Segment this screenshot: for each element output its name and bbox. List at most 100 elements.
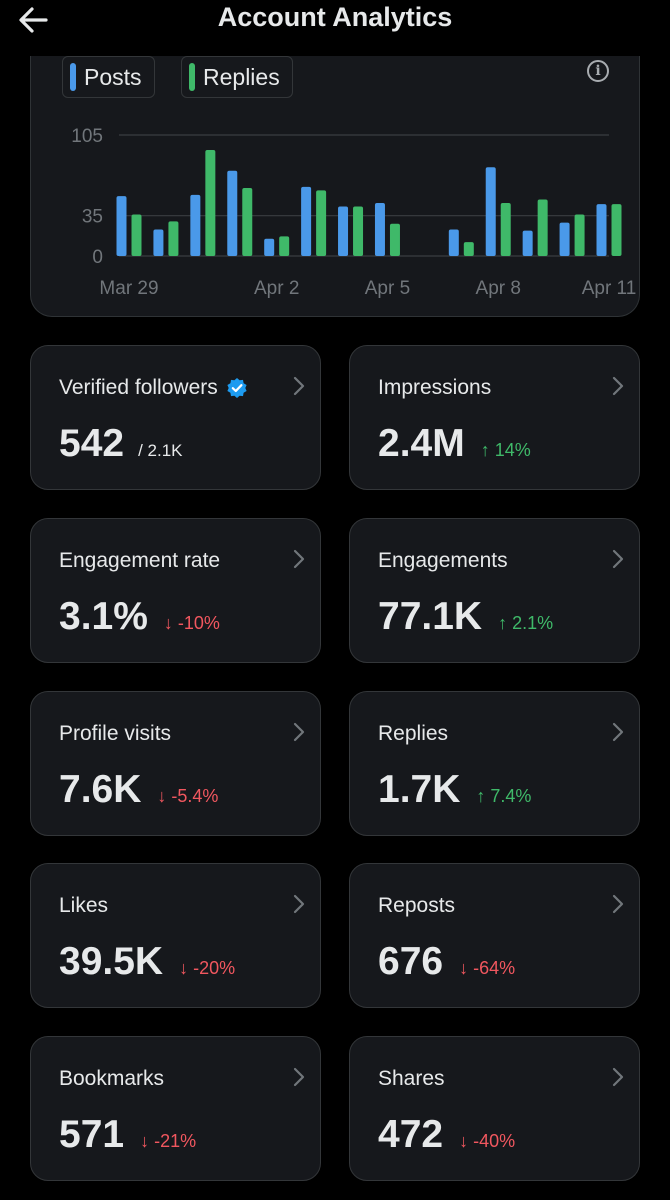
metric-label: Likes (59, 894, 108, 918)
x-tick-label: Mar 29 (99, 278, 158, 299)
bar-replies[interactable] (389, 223, 400, 256)
bar-posts[interactable] (153, 229, 164, 256)
bar-posts[interactable] (596, 204, 607, 256)
bar-replies[interactable] (242, 188, 253, 256)
metric-card-engagements[interactable]: Engagements 77.1K ↑ 2.1% (349, 518, 640, 663)
metric-change: ↓ -5.4% (157, 786, 219, 806)
metric-card-engagement-rate[interactable]: Engagement rate 3.1% ↓ -10% (30, 518, 321, 663)
bar-replies[interactable] (537, 199, 548, 256)
bar-posts[interactable] (190, 194, 201, 256)
metric-change: ↓ -40% (459, 1131, 516, 1151)
chevron-right-icon (612, 376, 624, 396)
metric-change: ↓ -21% (140, 1131, 197, 1151)
x-tick-label: Apr 11 (582, 278, 637, 299)
x-tick-label: Apr 5 (365, 278, 410, 299)
metric-change: ↑ 2.1% (498, 613, 554, 633)
metric-value-row: 472 ↓ -40% (378, 1113, 515, 1157)
metric-card-reposts[interactable]: Reposts 676 ↓ -64% (349, 863, 640, 1008)
x-tick-label: Apr 2 (254, 278, 299, 299)
bar-posts[interactable] (374, 202, 385, 256)
bar-posts[interactable] (116, 196, 127, 256)
metric-value: 2.4M (378, 422, 465, 465)
metric-value: 39.5K (59, 940, 164, 983)
chevron-right-icon (612, 894, 624, 914)
metric-change: ↓ -10% (163, 613, 220, 633)
bar-replies[interactable] (205, 149, 216, 256)
metric-label: Bookmarks (59, 1067, 164, 1091)
bar-posts[interactable] (301, 186, 312, 256)
chevron-right-icon (612, 549, 624, 569)
metric-change: ↓ -20% (179, 958, 236, 978)
metric-card-likes[interactable]: Likes 39.5K ↓ -20% (30, 863, 321, 1008)
metric-label-text: Engagements (378, 549, 508, 572)
y-tick-label: 105 (71, 126, 103, 147)
bar-replies[interactable] (611, 204, 622, 256)
bar-replies[interactable] (131, 214, 142, 256)
bar-replies[interactable] (168, 221, 179, 256)
chevron-right-icon (293, 1067, 305, 1087)
metric-value: 3.1% (59, 595, 148, 638)
chevron-right-icon (293, 894, 305, 914)
metric-card-replies[interactable]: Replies 1.7K ↑ 7.4% (349, 691, 640, 836)
metric-label-text: Replies (378, 722, 449, 745)
metric-value-row: 542 / 2.1K (59, 422, 183, 466)
metric-card-verified-followers[interactable]: Verified followers 542 / 2.1K (30, 345, 321, 490)
metric-card-profile-visits[interactable]: Profile visits 7.6K ↓ -5.4% (30, 691, 321, 836)
verified-badge-icon (227, 378, 247, 398)
metric-card-shares[interactable]: Shares 472 ↓ -40% (349, 1036, 640, 1181)
metric-value-row: 676 ↓ -64% (378, 940, 515, 984)
metric-value-row: 39.5K ↓ -20% (59, 940, 235, 984)
metric-label: Replies (378, 722, 448, 746)
bar-posts[interactable] (485, 167, 496, 256)
bar-posts[interactable] (264, 238, 275, 256)
metric-card-bookmarks[interactable]: Bookmarks 571 ↓ -21% (30, 1036, 321, 1181)
metric-value: 542 (59, 422, 125, 465)
bar-replies[interactable] (574, 214, 585, 256)
chevron-right-icon (293, 722, 305, 742)
metric-label: Engagements (378, 549, 508, 573)
metric-value: 676 (378, 940, 444, 983)
metric-value-row: 571 ↓ -21% (59, 1113, 196, 1157)
metric-label-text: Likes (59, 894, 109, 917)
metric-value-row: 77.1K ↑ 2.1% (378, 595, 553, 639)
activity-chart: 0 35 105 Mar 29 Apr 2 Apr 5 Apr 8 Apr 11 (71, 126, 637, 299)
metric-value-row: 3.1% ↓ -10% (59, 595, 220, 639)
x-tick-label: Apr 8 (476, 278, 521, 299)
y-tick-label: 0 (92, 247, 103, 268)
metric-label-text: Profile visits (59, 722, 172, 745)
y-tick-label: 35 (82, 207, 103, 228)
bar-posts[interactable] (448, 229, 459, 256)
bar-posts[interactable] (559, 222, 570, 256)
metric-label: Profile visits (59, 722, 171, 746)
metric-total: / 2.1K (138, 441, 183, 460)
bar-posts[interactable] (338, 206, 349, 256)
metric-change: ↓ -64% (459, 958, 516, 978)
metric-change: ↑ 14% (480, 440, 531, 460)
metric-value-row: 1.7K ↑ 7.4% (378, 768, 531, 812)
metric-value: 7.6K (59, 768, 142, 811)
bar-replies[interactable] (279, 236, 290, 256)
metric-value: 1.7K (378, 768, 461, 811)
metric-label-text: Verified followers (59, 376, 218, 399)
metric-value: 472 (378, 1113, 444, 1156)
bar-replies[interactable] (316, 190, 327, 256)
metric-label: Shares (378, 1067, 445, 1091)
bar-posts[interactable] (522, 230, 533, 256)
metric-value-row: 7.6K ↓ -5.4% (59, 768, 218, 812)
bar-posts[interactable] (227, 170, 238, 256)
metric-label-text: Bookmarks (59, 1067, 165, 1090)
metric-label-text: Reposts (378, 894, 456, 917)
metric-label-text: Engagement rate (59, 549, 221, 572)
metric-label: Reposts (378, 894, 455, 918)
page-title: Account Analytics (217, 2, 453, 32)
metric-value-row: 2.4M ↑ 14% (378, 422, 531, 466)
bar-replies[interactable] (353, 206, 364, 256)
metric-change: ↑ 7.4% (476, 786, 532, 806)
bar-replies[interactable] (500, 202, 511, 256)
chevron-right-icon (612, 722, 624, 742)
bar-replies[interactable] (463, 242, 474, 256)
chevron-right-icon (612, 1067, 624, 1087)
metric-label-text: Impressions (378, 376, 492, 399)
chevron-right-icon (293, 376, 305, 396)
metric-card-impressions[interactable]: Impressions 2.4M ↑ 14% (349, 345, 640, 490)
